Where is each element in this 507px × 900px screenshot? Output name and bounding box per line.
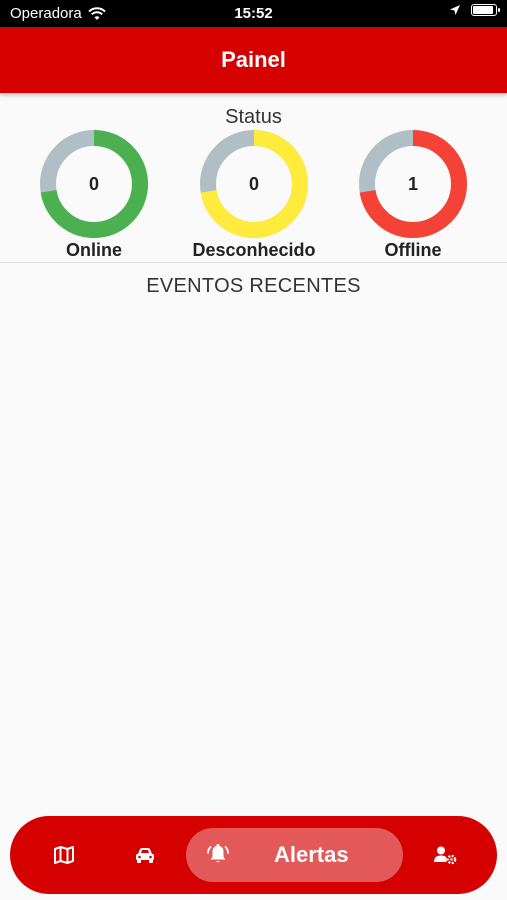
bottom-navigation: Alertas: [10, 816, 497, 894]
nav-alerts-label: Alertas: [274, 842, 349, 867]
clock: 15:52: [234, 5, 273, 22]
page-title: Painel: [221, 47, 286, 72]
status-gauges: 0 Online 0 Desconhecido 1 Offline: [0, 128, 507, 263]
gauge-label-unknown: Desconhecido: [192, 240, 316, 260]
gauge-label-online: Online: [65, 240, 122, 260]
nav-account-settings-button[interactable]: [427, 816, 463, 894]
bell-icon: [207, 844, 229, 863]
recent-events-title: EVENTOS RECENTES: [146, 275, 361, 297]
nav-vehicles-button[interactable]: [127, 816, 163, 894]
gauge-offline[interactable]: 1 Offline: [328, 128, 498, 261]
nav-map-button[interactable]: [46, 816, 82, 894]
system-status-bar: Operadora 15:52: [0, 0, 507, 27]
section-divider: [0, 262, 507, 263]
gauge-unknown[interactable]: 0 Desconhecido: [169, 128, 339, 261]
map-icon: [54, 846, 74, 864]
gauge-online[interactable]: 0 Online: [9, 128, 179, 261]
gauge-value-offline: 1: [407, 174, 418, 194]
battery-icon: [471, 4, 500, 16]
app-bar: Painel: [0, 27, 507, 93]
gauge-value-online: 0: [88, 174, 99, 194]
gauge-label-offline: Offline: [384, 240, 442, 260]
status-section-title: Status: [225, 106, 282, 128]
gauge-value-unknown: 0: [248, 174, 259, 194]
user-settings-icon: [434, 846, 457, 865]
nav-alerts-button[interactable]: Alertas: [186, 828, 403, 882]
car-icon: [136, 848, 154, 863]
location-arrow-icon: [450, 5, 460, 15]
